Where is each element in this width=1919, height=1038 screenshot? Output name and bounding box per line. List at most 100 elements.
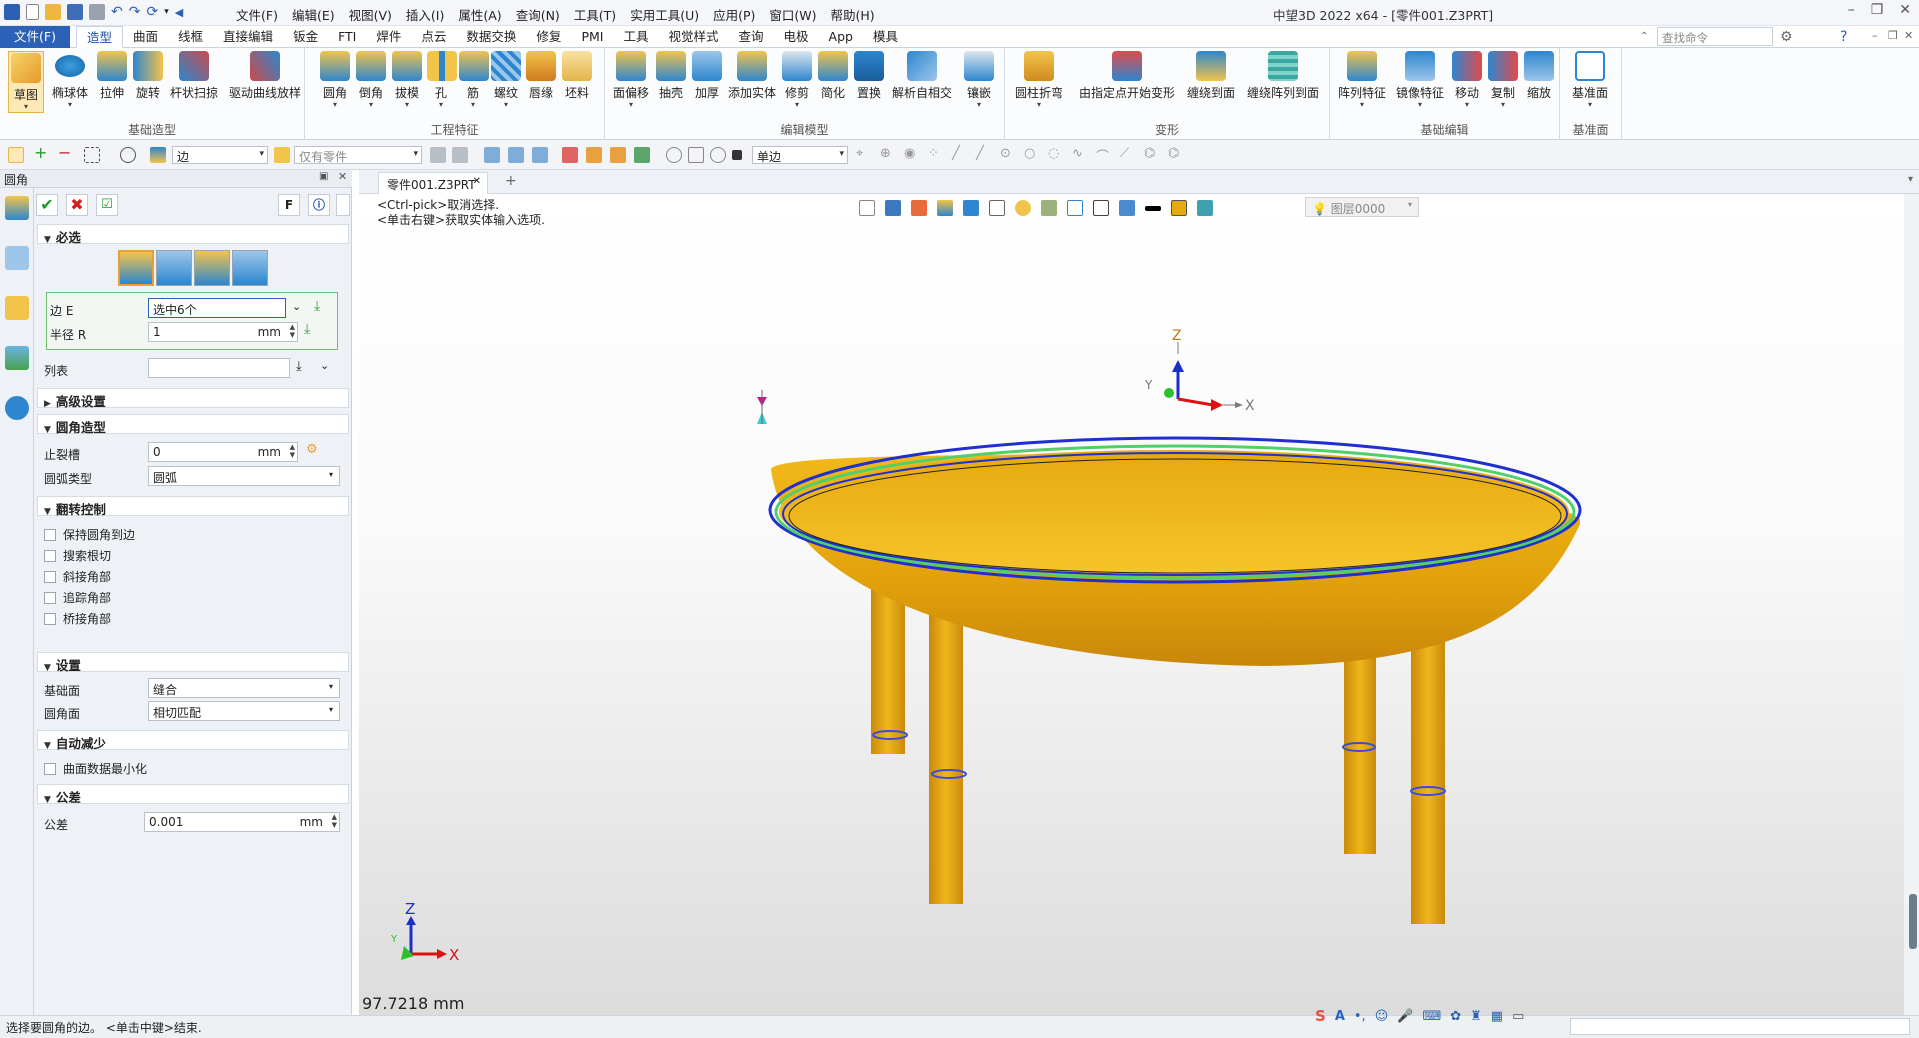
fillet-face-select[interactable]: 相切匹配 ▾ — [148, 701, 340, 721]
snap-icon-14[interactable]: ⌬ — [1168, 146, 1184, 162]
regenerate-icon[interactable]: ⟳ — [146, 4, 158, 20]
snap-icon-11[interactable]: ⌒ — [1096, 146, 1112, 165]
ellipsoid-button[interactable]: 椭球体 ▾ — [48, 51, 92, 109]
tab-weldment[interactable]: 焊件 — [366, 26, 411, 48]
bowl-leg-2[interactable] — [929, 604, 963, 904]
rod-sweep-button[interactable]: 杆状扫掠 — [168, 51, 220, 101]
radius-input[interactable]: 1 mm ▲ ▼ — [148, 322, 298, 342]
ime-voice-icon[interactable]: 🎤 — [1397, 1009, 1413, 1024]
menu-tools[interactable]: 工具(T) — [574, 5, 616, 24]
pick-icon-7[interactable] — [634, 147, 650, 163]
panel-pin-icon[interactable]: ▣ — [319, 171, 328, 182]
list-expand-icon[interactable]: ⌄ — [320, 359, 329, 372]
copy-button[interactable]: 复制 ▾ — [1488, 51, 1518, 109]
document-tab-close-icon[interactable]: ✕ — [473, 176, 481, 187]
tab-electrode[interactable]: 电极 — [774, 26, 819, 48]
circle-select-icon[interactable] — [120, 147, 136, 163]
advanced-section-header[interactable]: ▶ 高级设置 — [37, 388, 349, 409]
input-tab-icon[interactable] — [5, 296, 29, 320]
snap-icon-12[interactable]: ⟋ — [1120, 146, 1136, 162]
new-tab-icon[interactable]: + — [505, 173, 517, 189]
fillet-type-variable-icon[interactable] — [156, 250, 192, 286]
chamfer-button[interactable]: 倒角 ▾ — [355, 51, 387, 109]
mirror-feature-button[interactable]: 镜像特征 ▾ — [1394, 51, 1446, 109]
command-line-input[interactable] — [1570, 1018, 1910, 1035]
cylinder-bend-button[interactable]: 圆柱折弯 ▾ — [1013, 51, 1065, 109]
viewport-side-scrollbar[interactable] — [1904, 194, 1919, 1015]
tab-tools[interactable]: 工具 — [613, 26, 658, 48]
replace-button[interactable]: 置换 — [853, 51, 885, 101]
rib-button[interactable]: 筋 ▾ — [459, 51, 489, 109]
snap-icon-8[interactable]: ○ — [1024, 146, 1040, 162]
open-folder-icon[interactable] — [45, 4, 61, 20]
picture-tab-icon[interactable] — [5, 346, 29, 370]
new-file-icon[interactable] — [26, 4, 39, 20]
tab-mold[interactable]: 模具 — [863, 26, 908, 48]
ime-punct-icon[interactable]: •, — [1354, 1009, 1366, 1024]
blank-button[interactable]: 坯料 — [561, 51, 593, 101]
ime-logo-icon[interactable]: S — [1315, 1007, 1326, 1025]
ime-monitor-icon[interactable]: ▭ — [1512, 1009, 1524, 1024]
settings-section-header[interactable]: ▼ 设置 — [37, 652, 349, 673]
feature-manager-tab-icon[interactable] — [5, 196, 29, 220]
shell-button[interactable]: 抽壳 — [655, 51, 687, 101]
tab-point-cloud[interactable]: 点云 — [411, 26, 456, 48]
undo-icon[interactable]: ↶ — [111, 4, 123, 20]
base-face-select[interactable]: 缝合 ▾ — [148, 678, 340, 698]
edge-mode-select[interactable]: 单边 ▾ — [752, 146, 848, 164]
stop-icon[interactable] — [710, 147, 726, 163]
thicken-button[interactable]: 加厚 — [691, 51, 723, 101]
list-import-icon[interactable]: ⤓ — [296, 359, 302, 374]
snap-icon-5[interactable]: ╱ — [952, 146, 968, 162]
wrap-pattern-button[interactable]: 缠绕阵列到面 — [1245, 51, 1321, 101]
tolerance-section-header[interactable]: ▼ 公差 — [37, 784, 349, 805]
trim-button[interactable]: 修剪 ▾ — [781, 51, 813, 109]
snap-icon-3[interactable]: ◉ — [904, 146, 920, 162]
fillet-type-constant-icon[interactable] — [118, 250, 154, 286]
tab-direct-edit[interactable]: 直接编辑 — [213, 26, 283, 48]
restore-icon[interactable]: ❐ — [1871, 2, 1884, 18]
wrap-to-face-button[interactable]: 缠绕到面 — [1185, 51, 1237, 101]
info-icon[interactable]: ⓘ — [308, 194, 330, 216]
sketch-button[interactable]: 草图 ▾ — [8, 51, 44, 113]
menu-window[interactable]: 窗口(W) — [769, 5, 816, 24]
snap-icon-1[interactable]: ⌖ — [856, 146, 872, 162]
collapse-ribbon-icon[interactable]: ⌃ — [1640, 31, 1648, 42]
ime-emoji-icon[interactable]: ☺ — [1375, 1009, 1389, 1024]
ime-grid-icon[interactable]: ▦ — [1491, 1009, 1503, 1024]
snap-icon-13[interactable]: ⌬ — [1144, 146, 1160, 162]
pick-icon-4[interactable] — [562, 147, 578, 163]
part-filter-icon[interactable] — [274, 147, 290, 163]
face-offset-button[interactable]: 面偏移 ▾ — [611, 51, 651, 109]
help-icon[interactable]: ? — [1840, 29, 1847, 45]
user-tab-icon[interactable] — [5, 396, 29, 420]
doc-close-icon[interactable]: ✕ — [1904, 29, 1913, 42]
back-arrow-icon[interactable]: ◀ — [175, 6, 183, 19]
selection-filter-select[interactable]: 边 ▾ — [172, 146, 268, 164]
snap-icon-2[interactable]: ⊕ — [880, 146, 896, 162]
keep-fillet-to-edge-checkbox[interactable]: 保持圆角到边 — [44, 526, 135, 543]
redo-icon[interactable]: ↷ — [129, 4, 141, 20]
filter-clear-icon[interactable] — [452, 147, 468, 163]
scale-button[interactable]: 缩放 — [1524, 51, 1554, 101]
tab-inquire[interactable]: 查询 — [728, 26, 773, 48]
arc-type-select[interactable]: 圆弧 ▾ — [148, 466, 340, 486]
snap-icon-7[interactable]: ⊙ — [1000, 146, 1016, 162]
part-filter-select[interactable]: 仅有零件 ▾ — [294, 146, 422, 164]
add-solid-button[interactable]: 添加实体 — [727, 51, 777, 101]
radius-pick-icon[interactable]: ⤓ — [304, 321, 310, 337]
doc-restore-icon[interactable]: ❐ — [1888, 29, 1898, 42]
record-icon[interactable] — [732, 150, 742, 160]
fillet-type-vertex-icon[interactable] — [232, 250, 268, 286]
save-icon[interactable] — [67, 4, 83, 20]
tab-fti[interactable]: FTI — [328, 26, 366, 48]
edge-input[interactable]: 选中6个 — [148, 298, 286, 318]
minimize-icon[interactable]: – — [1848, 2, 1855, 18]
drive-curve-loft-button[interactable]: 驱动曲线放样 — [228, 51, 302, 101]
menu-apps[interactable]: 应用(P) — [713, 5, 755, 24]
ime-skin-icon[interactable]: ✿ — [1450, 1009, 1461, 1024]
tolerance-input[interactable]: 0.001 mm ▲ ▼ — [144, 812, 340, 832]
shape-section-header[interactable]: ▼ 圆角造型 — [37, 414, 349, 435]
cancel-button[interactable]: ✖ — [66, 194, 88, 216]
pick-icon-6[interactable] — [610, 147, 626, 163]
